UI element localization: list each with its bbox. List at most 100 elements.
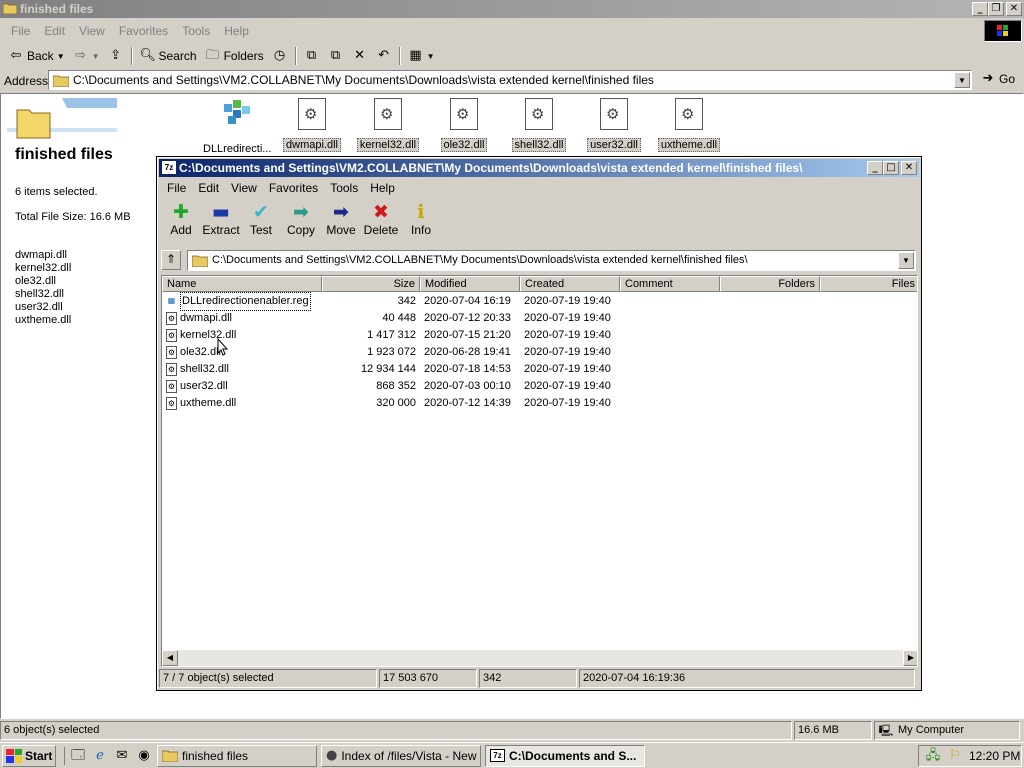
history-button[interactable]: ◷ [268,45,292,67]
status-focused-size: 342 [479,669,577,688]
column-header-modified[interactable]: Modified [420,276,520,292]
7zip-menubar: File Edit View Favorites Tools Help [161,179,401,197]
up-folder-button[interactable]: ⇪ [104,45,128,67]
copy-to-button[interactable]: ⧉ [324,45,348,67]
minimize-button[interactable]: _ [867,161,883,175]
menu-help[interactable]: Help [364,181,401,195]
menu-file[interactable]: File [161,181,192,195]
dll-file-icon [374,98,402,130]
menu-view[interactable]: View [72,24,112,38]
table-row[interactable]: ⚙ shell32.dll 12 934 144 2020-07-18 14:53… [162,361,917,378]
views-button[interactable]: ▦ ▼ [404,45,439,67]
file-name: DLLredirectionenabler.reg [180,292,311,311]
column-header-created[interactable]: Created [520,276,620,292]
info-button[interactable]: ℹ Info [401,201,441,243]
file-icon-item[interactable]: DLLredirecti... [201,98,271,155]
7zip-titlebar[interactable]: 7z C:\Documents and Settings\VM2.COLLABN… [159,159,919,177]
file-icon-item[interactable]: kernel32.dll [353,98,423,152]
file-icon-item[interactable]: uxtheme.dll [654,98,724,152]
7zip-logo-icon: 7z [162,161,176,174]
task-button-active[interactable]: 7z C:\Documents and S... [485,744,645,767]
folder-icon [192,255,208,267]
forward-button[interactable]: ⇨ ▼ [69,45,104,67]
menu-favorites[interactable]: Favorites [112,24,175,38]
add-button[interactable]: ✚ Add [161,201,201,243]
minimize-button[interactable]: _ [972,2,988,16]
security-icon[interactable]: ⚐ [947,748,963,764]
copy-button[interactable]: ➡ Copy [281,201,321,243]
arrow-right-icon: ➡ [333,201,349,223]
folders-label: Folders [223,49,264,63]
folders-button[interactable]: 🗀 Folders [201,45,268,67]
task-button[interactable]: ● Index of /files/Vista - New ... [321,744,481,767]
menu-edit[interactable]: Edit [37,24,72,38]
horizontal-scrollbar[interactable]: ◀ ▶ [162,650,917,666]
delete-button[interactable]: ✖ Delete [361,201,401,243]
file-icon-item[interactable]: dwmapi.dll [277,98,347,152]
menu-tools[interactable]: Tools [324,181,364,195]
close-button[interactable]: ✕ [1006,2,1022,16]
address-input[interactable]: C:\Documents and Settings\VM2.COLLABNET\… [48,70,972,90]
file-name: ole32.dll [180,346,221,358]
folder-large-icon [7,98,117,139]
table-row[interactable]: ⚙ ole32.dll 1 923 072 2020-06-28 19:41 20… [162,344,917,361]
close-button[interactable]: ✕ [901,161,917,175]
search-button[interactable]: 🔍︎ Search [136,45,201,67]
column-header-files[interactable]: Files [820,276,917,292]
copy-to-icon: ⧉ [330,48,341,63]
restore-button[interactable]: ❐ [988,2,1004,16]
network-icon[interactable]: 🖧 [925,748,941,764]
column-header-name[interactable]: Name [162,276,322,292]
test-button[interactable]: ✔ Test [241,201,281,243]
start-button[interactable]: Start [2,744,56,767]
address-path: C:\Documents and Settings\VM2.COLLABNET\… [73,73,654,87]
column-header-comment[interactable]: Comment [620,276,720,292]
column-header-size[interactable]: Size [322,276,420,292]
menu-favorites[interactable]: Favorites [263,181,324,195]
table-row[interactable]: ⚙ uxtheme.dll 320 000 2020-07-12 14:39 20… [162,395,917,412]
move-to-button[interactable]: ⧉ [300,45,324,67]
maximize-button[interactable]: □ [883,161,899,175]
extract-button[interactable]: ▬ Extract [201,201,241,243]
file-modified: 2020-07-18 14:53 [424,363,511,375]
status-total-size: 17 503 670 [379,669,477,688]
menu-help[interactable]: Help [217,24,256,38]
undo-button[interactable]: ↶ [372,45,396,67]
show-desktop-icon[interactable]: 🗔 [69,747,87,765]
7zip-path-input[interactable]: C:\Documents and Settings\VM2.COLLABNET\… [187,249,916,271]
menu-edit[interactable]: Edit [192,181,225,195]
up-folder-button[interactable]: ⇑ [161,250,181,270]
scroll-left-button[interactable]: ◀ [162,650,178,666]
scroll-right-button[interactable]: ▶ [903,650,917,666]
outlook-express-icon[interactable]: ✉ [113,747,131,765]
column-header-folders[interactable]: Folders [720,276,820,292]
task-button[interactable]: finished files [157,744,317,767]
address-dropdown-button[interactable]: ▼ [954,72,970,88]
table-row[interactable]: ⚙ kernel32.dll 1 417 312 2020-07-15 21:20… [162,327,917,344]
go-button[interactable]: ➜ Go [980,71,1015,87]
media-icon[interactable]: ◉ [135,747,153,765]
menu-view[interactable]: View [225,181,263,195]
move-label: Move [326,223,356,237]
back-button[interactable]: ⇦ Back ▼ [4,45,69,67]
up-folder-icon: ⇑ [165,252,177,266]
table-row[interactable]: ⚙ dwmapi.dll 40 448 2020-07-12 20:33 2020… [162,310,917,327]
registry-file-icon: ▦ [166,295,177,308]
menu-file[interactable]: File [4,24,37,38]
internet-explorer-icon[interactable]: ℯ [91,747,109,765]
move-button[interactable]: ➡ Move [321,201,361,243]
file-icon-item[interactable]: shell32.dll [504,98,574,152]
menu-tools[interactable]: Tools [175,24,217,38]
table-row[interactable]: ▦ DLLredirectionenabler.reg 342 2020-07-0… [162,292,917,311]
path-dropdown-button[interactable]: ▼ [898,251,914,269]
table-row[interactable]: ⚙ user32.dll 868 352 2020-07-03 00:10 202… [162,378,917,395]
file-name: user32.dll [180,380,228,392]
file-icon-item[interactable]: user32.dll [579,98,649,152]
clock[interactable]: 12:20 PM [969,749,1020,763]
items-selected-text: 6 items selected. [15,186,98,198]
file-created: 2020-07-19 19:40 [524,363,611,375]
delete-button[interactable]: ✕ [348,45,372,67]
explorer-titlebar[interactable]: finished files _ ❐ ✕ [0,0,1024,18]
folder-icon [3,3,17,14]
file-icon-item[interactable]: ole32.dll [429,98,499,152]
